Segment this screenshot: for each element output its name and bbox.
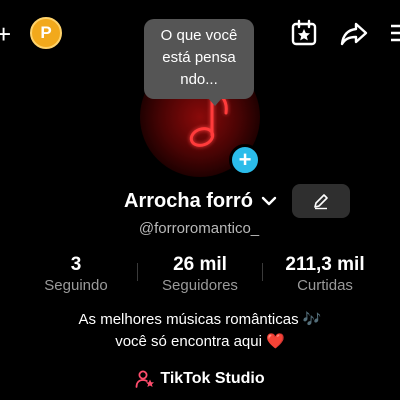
- studio-label: TikTok Studio: [160, 370, 265, 387]
- profile-handle: @forroromantico_: [138, 220, 260, 237]
- likes-label[interactable]: Curtidas: [270, 277, 380, 294]
- profile-name[interactable]: Arrocha forró: [124, 190, 253, 213]
- edit-profile-button[interactable]: [292, 184, 350, 218]
- pencil-icon: [314, 194, 328, 210]
- followers-label[interactable]: Seguidores: [150, 277, 250, 294]
- chevron-down-icon[interactable]: [261, 192, 277, 210]
- bio-line: As melhores músicas românticas 🎶: [78, 311, 322, 328]
- creator-star-icon: [135, 370, 155, 388]
- menu-icon[interactable]: [388, 18, 400, 48]
- following-label[interactable]: Seguindo: [26, 277, 126, 294]
- bubble-line: ndo...: [180, 71, 218, 88]
- tiktok-studio-link[interactable]: TikTok Studio: [0, 369, 400, 389]
- thought-bubble[interactable]: O que você está pensa ndo...: [144, 19, 254, 99]
- add-icon[interactable]: +: [0, 21, 12, 47]
- stat-divider: [262, 263, 263, 281]
- share-icon[interactable]: [339, 18, 369, 48]
- add-avatar-button[interactable]: +: [229, 144, 261, 176]
- followers-count[interactable]: 26 mil: [150, 254, 250, 276]
- bubble-line: está pensa: [162, 49, 236, 66]
- profile-bio: As melhores músicas românticas 🎶 você só…: [0, 309, 400, 353]
- following-count[interactable]: 3: [26, 254, 126, 276]
- stat-divider: [137, 263, 138, 281]
- bubble-line: O que você: [160, 27, 238, 44]
- calendar-star-icon[interactable]: [289, 18, 319, 48]
- coin-icon[interactable]: P: [30, 17, 62, 49]
- bio-line: você só encontra aqui ❤️: [115, 333, 285, 350]
- likes-count[interactable]: 211,3 mil: [270, 254, 380, 276]
